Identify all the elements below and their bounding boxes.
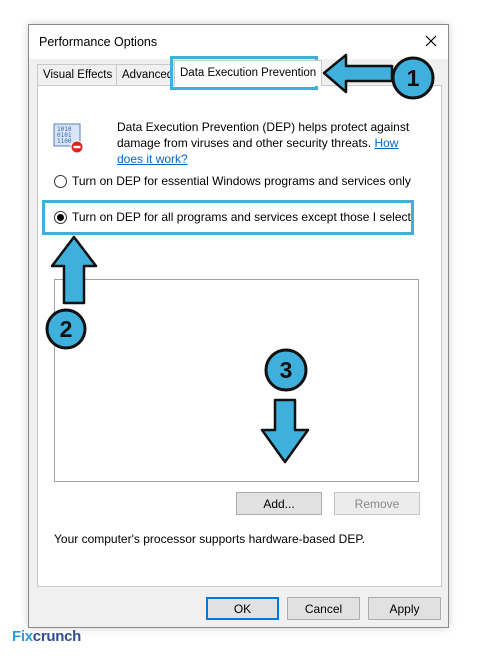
dep-essential-label: Turn on DEP for essential Windows progra… xyxy=(72,174,411,188)
close-icon xyxy=(425,35,437,47)
radio-all-programs[interactable] xyxy=(54,210,67,224)
radio-essential[interactable] xyxy=(54,174,67,188)
tab-strip: Visual Effects Advanced Data Execution P… xyxy=(37,60,440,86)
tab-visual-effects[interactable]: Visual Effects xyxy=(37,64,119,86)
tab-advanced[interactable]: Advanced xyxy=(116,64,180,86)
close-button[interactable] xyxy=(416,27,446,55)
apply-button[interactable]: Apply xyxy=(368,597,441,620)
dep-description-text: Data Execution Prevention (DEP) helps pr… xyxy=(117,120,410,150)
processor-support-text: Your computer's processor supports hardw… xyxy=(54,532,366,546)
title-bar: Performance Options xyxy=(29,25,448,59)
dep-all-programs-option[interactable]: Turn on DEP for all programs and service… xyxy=(54,210,414,224)
tab-data-execution-prevention[interactable]: Data Execution Prevention xyxy=(174,60,323,86)
dep-all-programs-label: Turn on DEP for all programs and service… xyxy=(72,210,415,224)
performance-options-dialog: Performance Options Visual Effects Advan… xyxy=(28,24,449,628)
logo-part-crunch: crunch xyxy=(32,628,82,645)
cancel-button[interactable]: Cancel xyxy=(287,597,360,620)
add-button[interactable]: Add... xyxy=(236,492,322,515)
remove-button[interactable]: Remove xyxy=(334,492,420,515)
logo-part-fix: Fix xyxy=(12,628,33,645)
excluded-programs-list[interactable] xyxy=(54,279,419,482)
fixcrunch-logo: Fixcrunch xyxy=(12,628,81,645)
svg-text:1100: 1100 xyxy=(57,138,72,145)
window-title: Performance Options xyxy=(39,35,158,49)
dep-essential-option[interactable]: Turn on DEP for essential Windows progra… xyxy=(54,174,411,188)
ok-button[interactable]: OK xyxy=(206,597,279,620)
dep-shield-icon: 1010 0101 1100 xyxy=(52,122,86,157)
dep-description: Data Execution Prevention (DEP) helps pr… xyxy=(117,119,417,167)
dep-tab-panel: 1010 0101 1100 Data Execution Prevention… xyxy=(37,85,442,587)
